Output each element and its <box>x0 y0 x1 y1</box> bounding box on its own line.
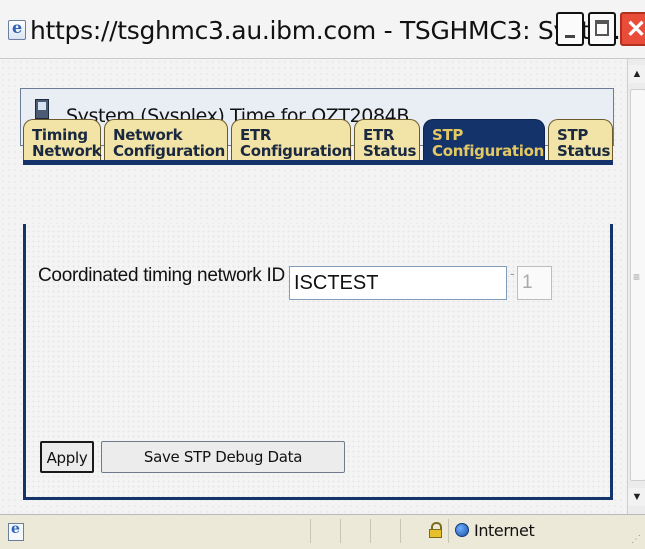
tab-label-line2: Configuration <box>432 142 544 160</box>
tab-label-line2: Configuration <box>113 142 225 160</box>
maximize-button[interactable] <box>588 12 616 46</box>
status-divider <box>340 519 341 543</box>
ctn-separator: - <box>510 265 515 281</box>
status-divider <box>448 519 449 543</box>
ie-icon <box>8 18 26 40</box>
tab-network-configuration[interactable]: Network Configuration <box>104 119 228 161</box>
ctn-id-input[interactable] <box>289 266 507 300</box>
status-divider <box>400 519 401 543</box>
save-stp-debug-data-button[interactable]: Save STP Debug Data <box>101 441 345 473</box>
scroll-down-icon[interactable]: ▼ <box>628 488 645 506</box>
lock-icon <box>429 522 442 538</box>
ie-page-icon <box>8 521 24 541</box>
scrollbar-thumb[interactable] <box>630 89 645 481</box>
ctn-id-label: Coordinated timing network ID <box>38 265 285 286</box>
tab-label-line2: Network <box>32 142 102 160</box>
scroll-up-icon[interactable]: ▲ <box>628 65 645 83</box>
tab-stp-status[interactable]: STP Status <box>548 119 613 161</box>
status-divider <box>370 519 371 543</box>
tab-label-line1: STP <box>557 126 589 144</box>
tab-label-line2: Status <box>363 142 417 160</box>
vertical-scrollbar[interactable]: ▲ ▼ <box>627 59 645 514</box>
tab-etr-status[interactable]: ETR Status <box>354 119 420 161</box>
resize-grip-icon[interactable]: ⋰ <box>631 534 641 545</box>
tab-divider <box>23 160 613 165</box>
status-divider <box>310 519 311 543</box>
status-bar: Internet ⋰ <box>0 514 645 549</box>
tab-label-line1: Network <box>113 126 183 144</box>
tab-label-line2: Configuration <box>240 142 352 160</box>
tab-label-line1: ETR <box>363 126 395 144</box>
tab-timing-network[interactable]: Timing Network <box>23 119 102 161</box>
minimize-button[interactable] <box>556 12 584 46</box>
apply-button[interactable]: Apply <box>40 441 94 473</box>
tab-label-line1: STP <box>432 126 464 144</box>
close-button[interactable] <box>620 12 645 46</box>
tab-stp-configuration[interactable]: STP Configuration <box>423 119 545 161</box>
tab-label-line1: Timing <box>32 126 88 144</box>
tab-label-line2: Status <box>557 142 611 160</box>
tab-label-line1: ETR <box>240 126 272 144</box>
title-bar: https://tsghmc3.au.ibm.com - TSGHMC3: Sy… <box>0 0 645 59</box>
security-zone-label: Internet <box>474 521 535 540</box>
ctn-index-input <box>517 266 552 300</box>
tab-etr-configuration[interactable]: ETR Configuration <box>231 119 352 161</box>
globe-icon <box>455 523 469 537</box>
window-title: https://tsghmc3.au.ibm.com - TSGHMC3: Sy… <box>30 16 629 45</box>
